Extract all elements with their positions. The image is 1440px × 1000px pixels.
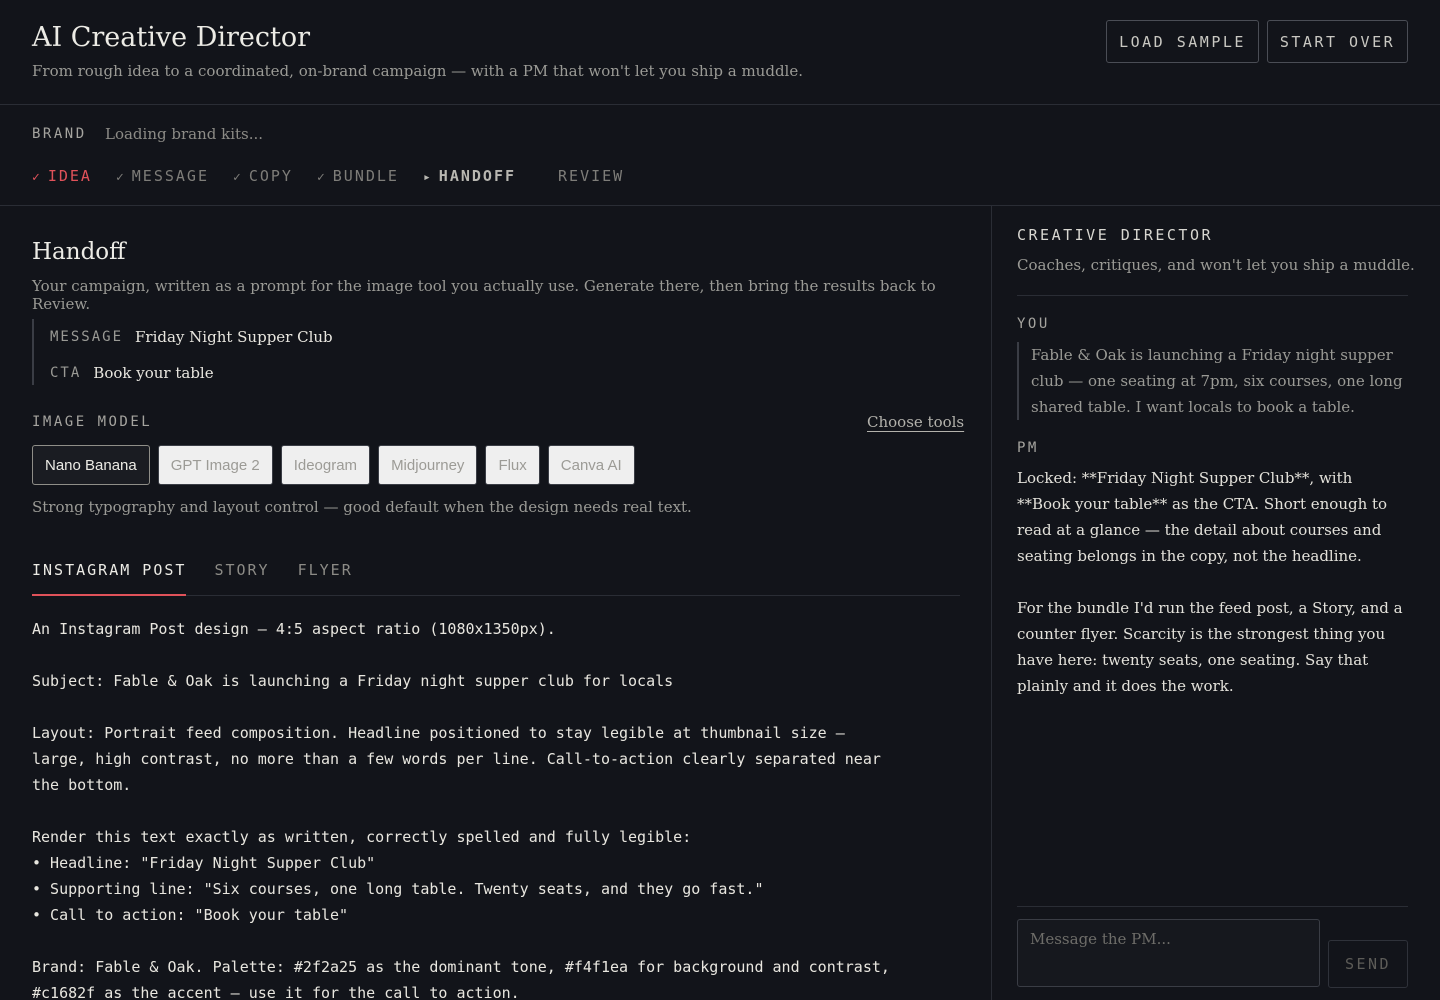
step-label: HANDOFF xyxy=(438,167,517,185)
step-handoff[interactable]: ▸ HANDOFF xyxy=(423,167,516,185)
step-label: REVIEW xyxy=(558,167,625,185)
send-button[interactable]: SEND xyxy=(1328,940,1408,988)
you-label: YOU xyxy=(1017,316,1050,332)
pm-label: PM xyxy=(1017,440,1039,456)
summary-cta-row: CTA Book your table xyxy=(50,355,432,391)
tab-story[interactable]: STORY xyxy=(214,561,269,596)
format-tabs: INSTAGRAM POST STORY FLYER xyxy=(32,561,960,596)
section-description: Your campaign, written as a prompt for t… xyxy=(32,277,936,313)
step-nav: ✓ IDEA ✓ MESSAGE ✓ COPY ✓ BUNDLE ▸ HANDOFF RE… xyxy=(32,167,648,185)
prompt-text: An Instagram Post design — 4:5 aspect ra… xyxy=(32,620,890,1000)
message-input[interactable] xyxy=(1017,919,1320,987)
check-icon: ✓ xyxy=(32,170,42,185)
check-icon: ✓ xyxy=(233,170,243,185)
user-message: Fable & Oak is launching a Friday night … xyxy=(1017,342,1408,420)
summary-message-value: Friday Night Supper Club xyxy=(135,328,333,346)
model-chip-canva-ai[interactable]: Canva AI xyxy=(547,445,635,485)
pm-message: Locked: **Friday Night Supper Club**, wi… xyxy=(1017,465,1408,725)
check-icon: ✓ xyxy=(115,170,126,185)
summary-message-row: MESSAGE Friday Night Supper Club xyxy=(50,319,432,355)
app-subtitle: From rough idea to a coordinated, on-bra… xyxy=(32,62,803,80)
section-title: Handoff xyxy=(32,239,126,265)
model-note: Strong typography and layout control — g… xyxy=(32,498,692,516)
brand-bar: BRAND Loading brand kits... ✓ IDEA ✓ MESSA… xyxy=(0,105,1440,206)
model-chip-nano-banana[interactable]: Nano Banana xyxy=(32,445,150,485)
creative-director-panel: CREATIVE DIRECTOR Coaches, critiques, an… xyxy=(993,206,1440,1000)
choose-tools-link[interactable]: Choose tools xyxy=(867,413,964,431)
step-bundle[interactable]: ✓ BUNDLE xyxy=(317,167,399,185)
brand-status: Loading brand kits... xyxy=(105,125,264,143)
play-arrow-icon: ▸ xyxy=(422,170,433,185)
summary-message-key: MESSAGE xyxy=(50,329,124,345)
model-chip-ideogram[interactable]: Ideogram xyxy=(280,445,371,485)
sidebar-title: CREATIVE DIRECTOR xyxy=(1017,226,1214,244)
step-label: BUNDLE xyxy=(332,167,399,185)
divider xyxy=(1017,295,1408,296)
step-label: MESSAGE xyxy=(131,167,209,185)
image-model-label: IMAGE MODEL xyxy=(32,414,153,430)
model-chip-gpt-image-2[interactable]: GPT Image 2 xyxy=(157,445,273,485)
sidebar-subtitle: Coaches, critiques, and won't let you sh… xyxy=(1017,256,1415,274)
campaign-summary: MESSAGE Friday Night Supper Club CTA Boo… xyxy=(32,319,432,385)
brand-label: BRAND xyxy=(32,126,87,142)
summary-cta-key: CTA xyxy=(50,365,82,381)
step-idea[interactable]: ✓ IDEA xyxy=(32,167,92,185)
tab-instagram-post[interactable]: INSTAGRAM POST xyxy=(32,561,187,596)
step-message[interactable]: ✓ MESSAGE xyxy=(116,167,209,185)
load-sample-button[interactable]: LOAD SAMPLE xyxy=(1106,20,1259,63)
check-icon: ✓ xyxy=(316,170,327,185)
model-chip-group: Nano Banana GPT Image 2 Ideogram Midjour… xyxy=(32,445,643,485)
summary-cta-value: Book your table xyxy=(93,364,214,382)
step-copy[interactable]: ✓ COPY xyxy=(233,167,293,185)
pm-message-paragraph: For the bundle I'd run the feed post, a … xyxy=(1017,599,1403,695)
tab-flyer[interactable]: FLYER xyxy=(298,561,353,596)
handoff-panel: Handoff Your campaign, written as a prom… xyxy=(0,206,992,1000)
app-header: AI Creative Director From rough idea to … xyxy=(0,0,1440,105)
divider xyxy=(1017,906,1408,907)
step-review[interactable]: REVIEW xyxy=(558,167,624,185)
model-chip-midjourney[interactable]: Midjourney xyxy=(378,445,478,485)
pm-message-paragraph: Locked: **Friday Night Supper Club**, wi… xyxy=(1017,469,1388,565)
start-over-button[interactable]: START OVER xyxy=(1267,20,1408,63)
step-label: COPY xyxy=(248,167,293,185)
step-label: IDEA xyxy=(47,167,92,185)
model-chip-flux[interactable]: Flux xyxy=(485,445,540,485)
app-title: AI Creative Director xyxy=(32,22,310,53)
